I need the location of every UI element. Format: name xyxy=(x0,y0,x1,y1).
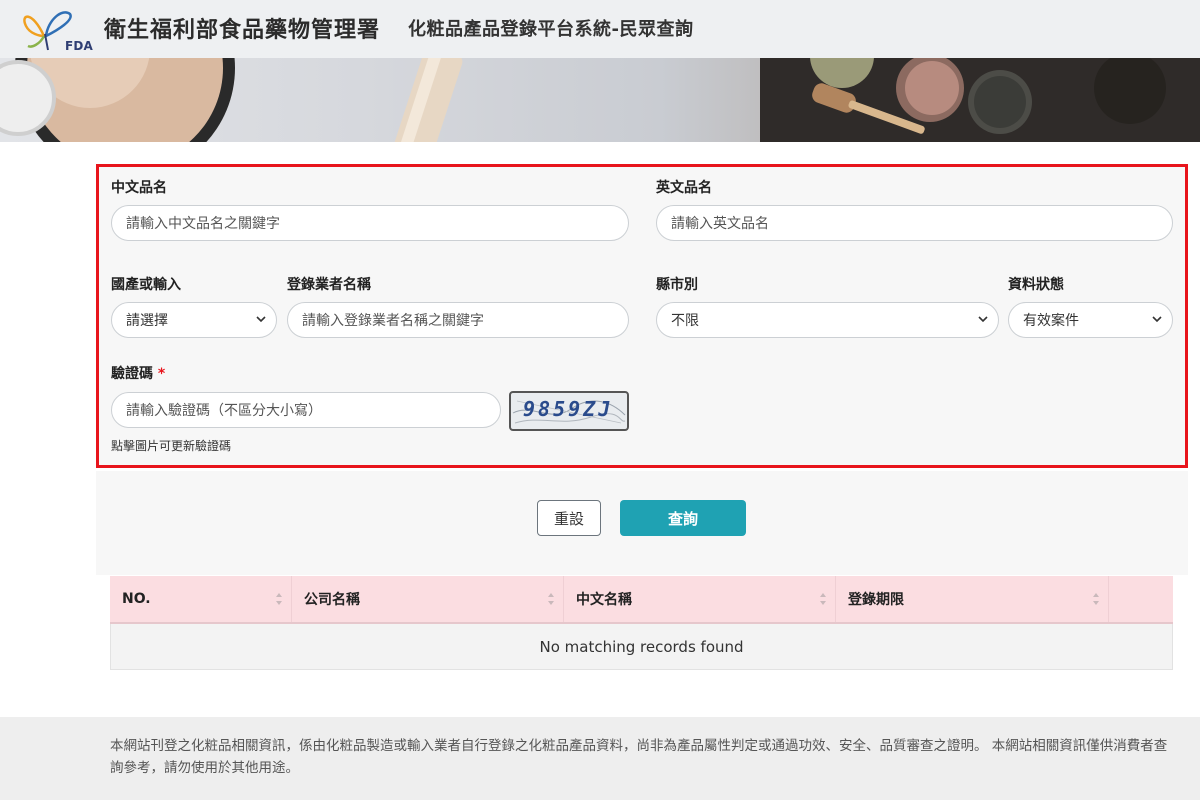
sort-icon xyxy=(276,593,282,605)
column-header-label: 中文名稱 xyxy=(576,592,632,608)
chinese-name-input[interactable]: 請輸入中文品名之關鍵字 xyxy=(111,205,629,241)
company-label: 登錄業者名稱 xyxy=(287,277,371,293)
column-header-label: 登錄期限 xyxy=(848,592,904,608)
fda-logo[interactable]: FDA xyxy=(18,6,93,53)
captcha-hint: 點擊圖片可更新驗證碼 xyxy=(111,439,232,453)
status-select-value: 有效案件 xyxy=(1023,313,1079,329)
company-input[interactable]: 請輸入登錄業者名稱之關鍵字 xyxy=(287,302,629,338)
column-header-extra xyxy=(1109,576,1173,622)
column-header-company[interactable]: 公司名稱 xyxy=(292,576,564,622)
english-name-input[interactable]: 請輸入英文品名 xyxy=(656,205,1173,241)
reset-button[interactable]: 重設 xyxy=(537,500,601,536)
chevron-down-icon xyxy=(1152,316,1162,323)
sort-icon xyxy=(1093,593,1099,605)
column-header-label: NO. xyxy=(122,591,151,607)
required-mark: * xyxy=(157,366,166,382)
search-form: 中文品名 請輸入中文品名之關鍵字 英文品名 請輸入英文品名 國產或輸入 請選擇 … xyxy=(96,164,1188,468)
form-actions: 重設 查詢 xyxy=(96,471,1188,575)
captcha-label-text: 驗證碼 xyxy=(111,366,153,382)
origin-select-value: 請選擇 xyxy=(126,313,168,329)
site-footer: 本網站刊登之化粧品相關資訊，係由化粧品製造或輸入業者自行登錄之化粧品產品資料，尚… xyxy=(0,717,1200,800)
status-label: 資料狀態 xyxy=(1008,277,1064,293)
city-select-value: 不限 xyxy=(671,313,699,329)
logo-text: FDA xyxy=(65,39,94,53)
captcha-image[interactable]: 9859ZJ xyxy=(509,391,629,431)
column-header-chinese-name[interactable]: 中文名稱 xyxy=(564,576,836,622)
column-header-no[interactable]: NO. xyxy=(110,576,292,622)
chevron-down-icon xyxy=(256,316,266,323)
sort-icon xyxy=(820,593,826,605)
search-button[interactable]: 查詢 xyxy=(620,500,746,536)
sort-icon xyxy=(548,593,554,605)
banner-image xyxy=(0,58,1200,142)
empty-message: No matching records found xyxy=(110,624,1173,670)
english-name-label: 英文品名 xyxy=(656,180,712,196)
chinese-name-label: 中文品名 xyxy=(111,180,167,196)
origin-select[interactable]: 請選擇 xyxy=(111,302,277,338)
origin-label: 國產或輸入 xyxy=(111,277,181,293)
captcha-code: 9859ZJ xyxy=(523,397,614,421)
city-select[interactable]: 不限 xyxy=(656,302,999,338)
city-label: 縣市別 xyxy=(656,277,698,293)
captcha-label: 驗證碼 * xyxy=(111,363,165,383)
system-title: 化粧品產品登錄平台系統-民眾查詢 xyxy=(408,19,694,40)
captcha-input[interactable]: 請輸入驗證碼（不區分大小寫） xyxy=(111,392,501,428)
cosmetics-banner xyxy=(0,58,1200,142)
table-header: NO. 公司名稱 中文名稱 登錄期限 xyxy=(110,576,1173,624)
site-header: FDA 衛生福利部食品藥物管理署 化粧品產品登錄平台系統-民眾查詢 xyxy=(0,0,1200,58)
footer-disclaimer: 本網站刊登之化粧品相關資訊，係由化粧品製造或輸入業者自行登錄之化粧品產品資料，尚… xyxy=(110,738,1168,776)
results-table: NO. 公司名稱 中文名稱 登錄期限 No matching records f… xyxy=(110,576,1173,670)
agency-name: 衛生福利部食品藥物管理署 xyxy=(104,18,381,43)
column-header-label: 公司名稱 xyxy=(304,592,360,608)
status-select[interactable]: 有效案件 xyxy=(1008,302,1173,338)
column-header-expiry[interactable]: 登錄期限 xyxy=(836,576,1109,622)
chevron-down-icon xyxy=(978,316,988,323)
